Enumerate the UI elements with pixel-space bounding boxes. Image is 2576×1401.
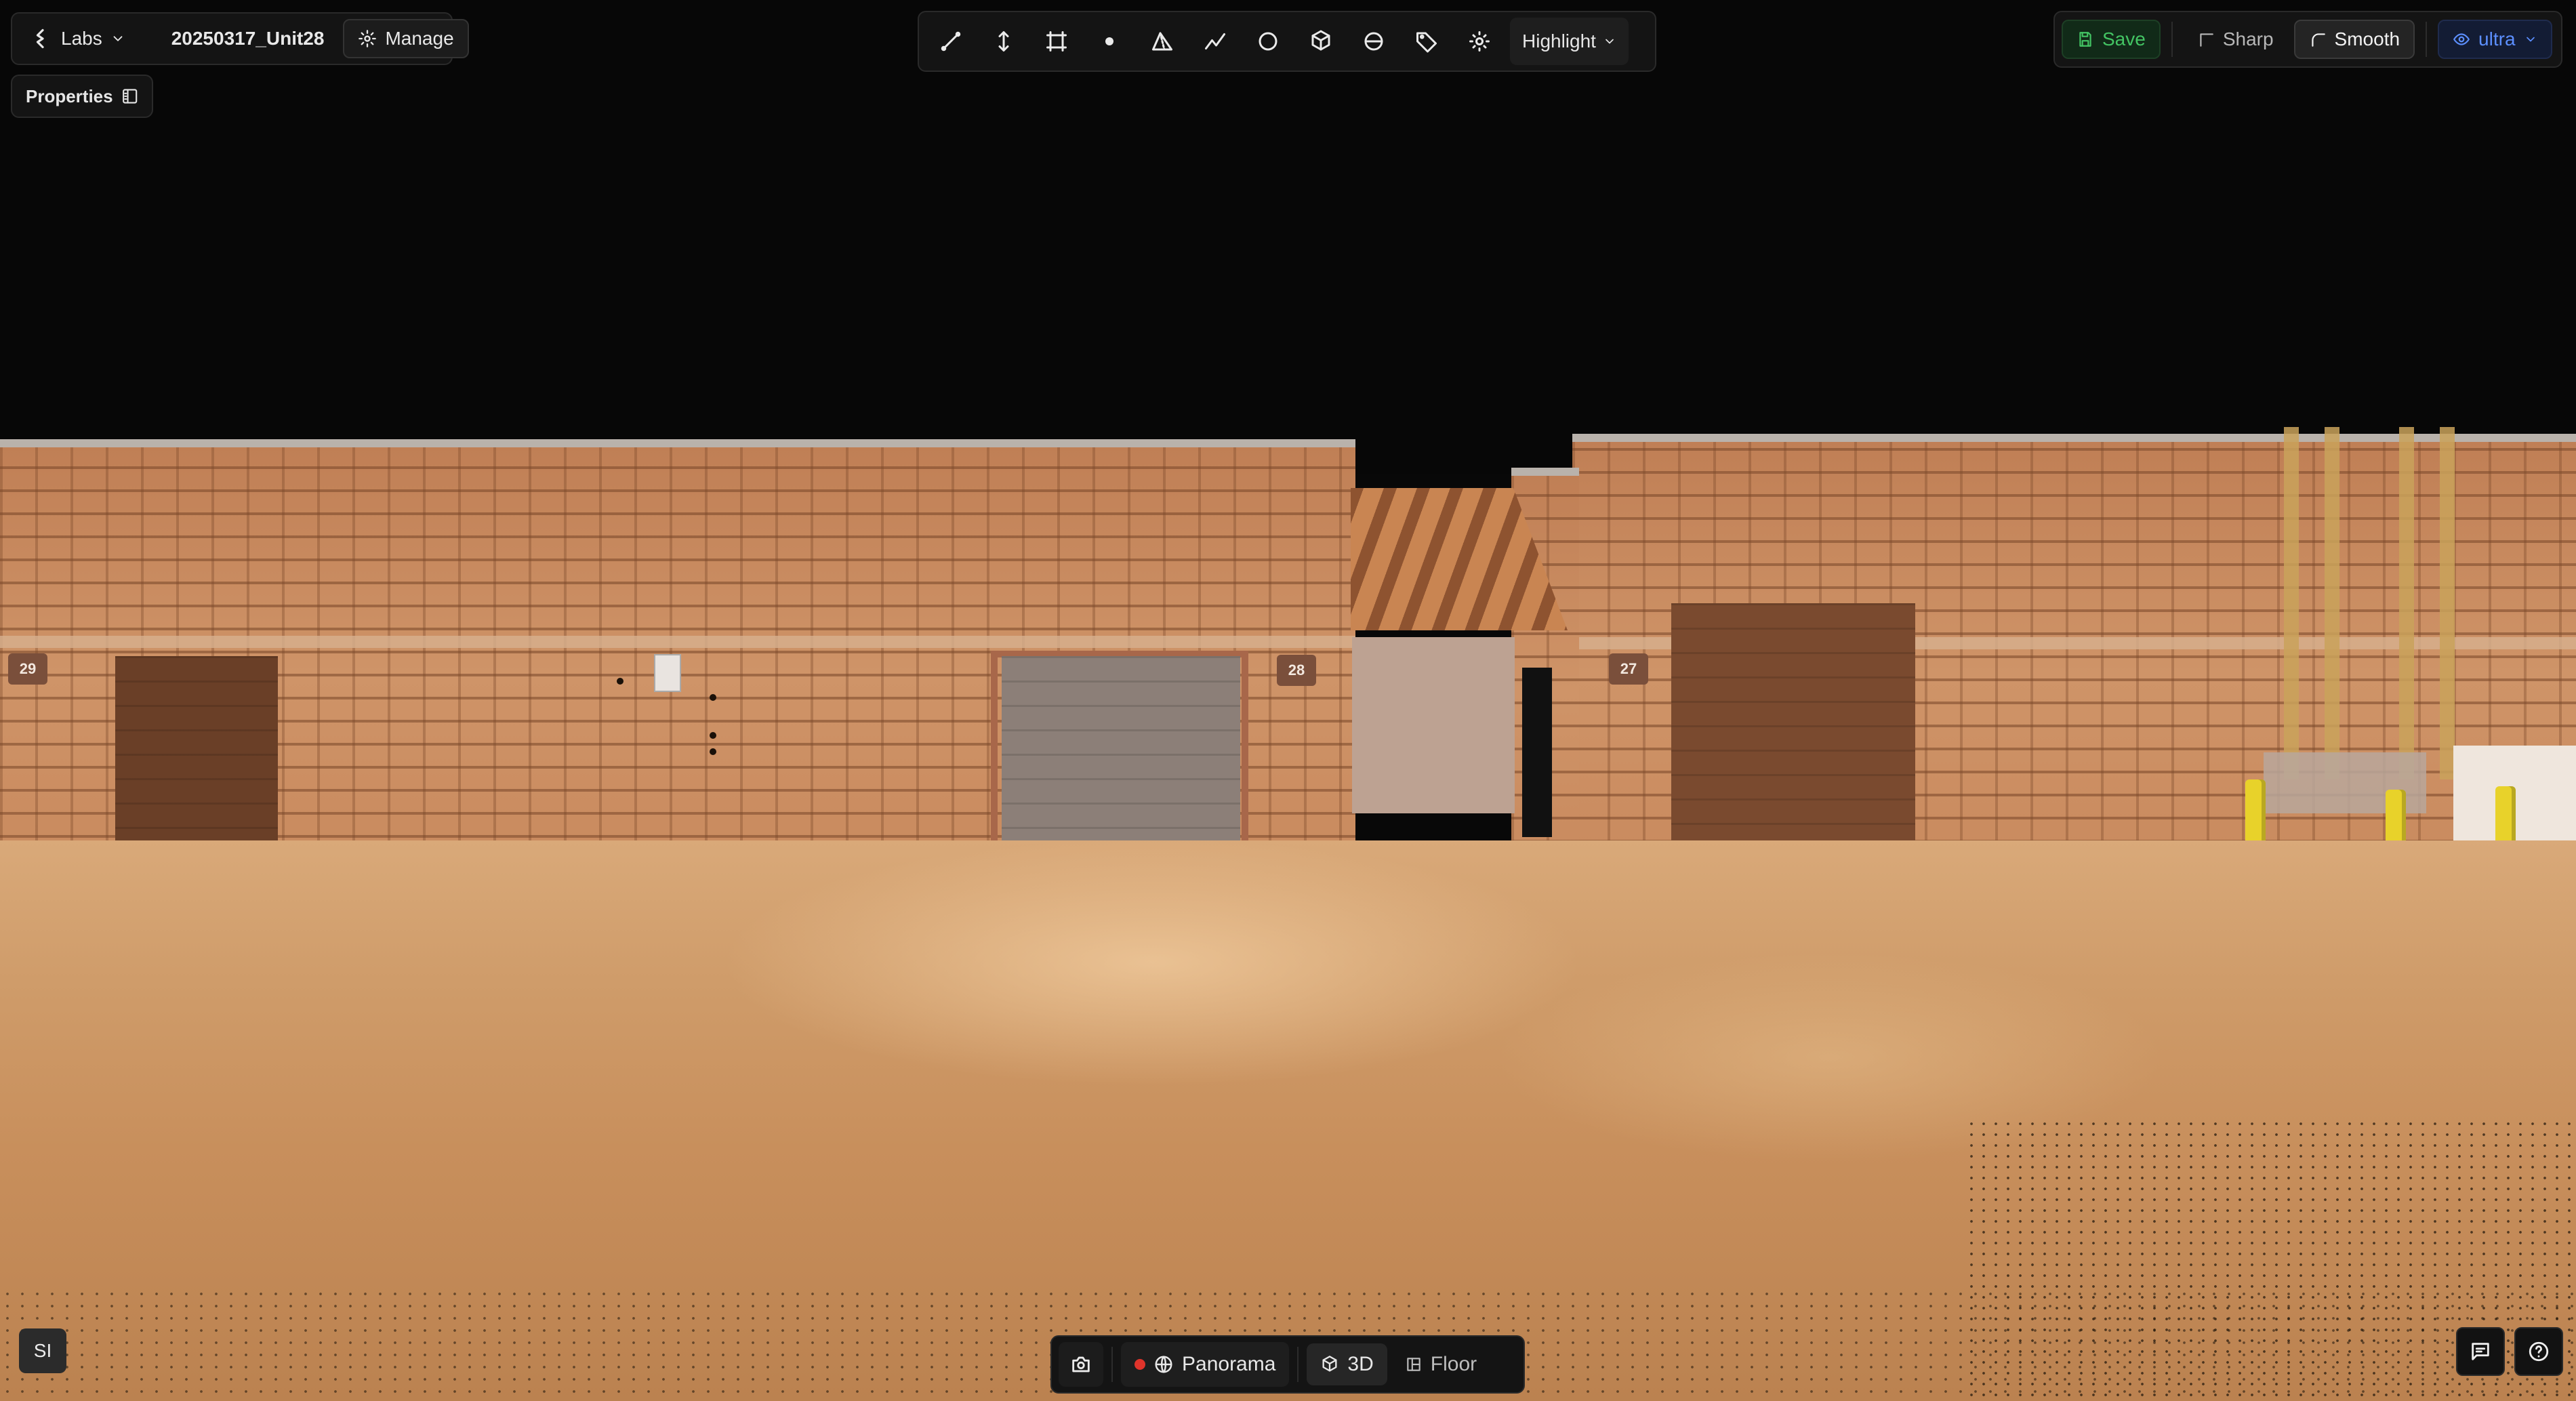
polyline-tool[interactable]: [1189, 15, 1242, 68]
focus-tool[interactable]: [1453, 15, 1506, 68]
panel-icon: [122, 89, 137, 104]
entry-alcove: [1352, 637, 1515, 813]
garage-door-28: [1002, 656, 1240, 845]
chevron-down-icon: [1606, 39, 1614, 44]
wall-mark: [617, 678, 623, 685]
divider: [1111, 1347, 1113, 1382]
panorama-label: Panorama: [1182, 1353, 1276, 1375]
floor-mode-button[interactable]: Floor: [1391, 1343, 1490, 1385]
help-button[interactable]: [2514, 1327, 2563, 1376]
cube-icon: [1322, 1356, 1337, 1372]
manage-label: Manage: [385, 28, 454, 49]
point-cloud-viewport[interactable]: 29 28 27: [0, 0, 2576, 1401]
line-tool[interactable]: [924, 15, 977, 68]
unit-number-28: 28: [1277, 655, 1316, 686]
height-tool[interactable]: [977, 15, 1030, 68]
help-icon: [2529, 1341, 2549, 1362]
rectangle-tool[interactable]: [1030, 15, 1083, 68]
quality-dropdown[interactable]: ultra: [2438, 20, 2552, 59]
floor-plan-icon: [1407, 1358, 1420, 1371]
recording-indicator: [1134, 1359, 1145, 1370]
circle-icon: [1259, 32, 1277, 51]
workspace-switcher[interactable]: Labs: [19, 19, 139, 58]
wall-mark: [710, 748, 716, 755]
gas-pipe: [2284, 427, 2299, 779]
view-mode-bar: Panorama 3D Floor: [1050, 1335, 1525, 1394]
3d-label: 3D: [1347, 1353, 1374, 1375]
divider: [2171, 22, 2173, 57]
line-icon: [941, 31, 961, 52]
project-header: Labs 20250317_Unit28 Manage: [11, 12, 469, 65]
highlight-dropdown[interactable]: Highlight: [1510, 18, 1629, 65]
floppy-icon: [2079, 32, 2091, 47]
sharp-toggle[interactable]: Sharp: [2184, 20, 2287, 59]
render-controls: Save Sharp Smooth ultra: [2053, 11, 2562, 68]
panorama-mode-button[interactable]: Panorama: [1121, 1342, 1290, 1387]
wall-mark: [710, 732, 716, 739]
box-tool[interactable]: [1294, 15, 1347, 68]
gas-pipe: [2399, 427, 2414, 779]
vertical-arrows-icon: [998, 31, 1009, 52]
camera-rotate-icon: [1072, 1356, 1090, 1373]
triangle-tool[interactable]: [1136, 15, 1189, 68]
garage-door-27: [1671, 603, 1915, 851]
crop-rectangle-icon: [1046, 31, 1067, 52]
rounded-corner-icon: [2311, 33, 2325, 47]
point-tool[interactable]: [1083, 15, 1136, 68]
sharp-corner-icon: [2200, 33, 2213, 47]
gas-pipe: [2325, 427, 2339, 779]
labs-logo-icon: [36, 28, 44, 49]
garage-door-29: [115, 656, 278, 840]
cube-icon: [1311, 30, 1330, 51]
comments-button[interactable]: [2456, 1327, 2505, 1376]
wall-band-left: [0, 636, 1355, 648]
floor-label: Floor: [1430, 1353, 1477, 1375]
chevron-down-icon: [113, 36, 123, 41]
smooth-label: Smooth: [2334, 28, 2400, 49]
gear-icon: [359, 30, 377, 47]
circle-tool[interactable]: [1242, 15, 1294, 68]
tag-tool[interactable]: [1400, 15, 1453, 68]
entry-door: [1522, 668, 1552, 837]
polyline-icon: [1205, 33, 1225, 49]
globe-icon: [1155, 1356, 1172, 1373]
user-avatar[interactable]: SI: [19, 1328, 66, 1373]
divider: [2426, 22, 2428, 57]
focus-icon: [1469, 31, 1490, 52]
unit-number-27: 27: [1609, 653, 1648, 685]
3d-mode-button[interactable]: 3D: [1307, 1343, 1387, 1385]
quality-label: ultra: [2478, 28, 2516, 49]
camera-settings-button[interactable]: [1059, 1342, 1103, 1387]
eye-icon: [2453, 33, 2470, 45]
highlight-label: Highlight: [1522, 31, 1596, 52]
project-name[interactable]: 20250317_Unit28: [158, 19, 338, 58]
manage-button[interactable]: Manage: [343, 19, 469, 58]
properties-label: Properties: [26, 85, 113, 106]
wall-mark: [710, 694, 716, 701]
save-button[interactable]: Save: [2062, 20, 2161, 59]
wall-sign: [654, 654, 681, 692]
tag-icon: [1416, 32, 1437, 53]
save-label: Save: [2102, 28, 2146, 49]
sphere-tool[interactable]: [1347, 15, 1400, 68]
unit-number-29: 29: [8, 653, 47, 685]
divider: [1297, 1347, 1299, 1382]
measure-toolbar: Highlight: [918, 11, 1656, 72]
workspace-label: Labs: [61, 28, 102, 49]
properties-toggle[interactable]: Properties: [11, 75, 153, 118]
sharp-label: Sharp: [2222, 28, 2274, 49]
gas-pipe: [2440, 427, 2455, 779]
chevron-down-icon: [2526, 37, 2535, 42]
chat-icon: [2472, 1343, 2489, 1360]
dot-icon: [1105, 37, 1113, 45]
smooth-toggle[interactable]: Smooth: [2293, 20, 2415, 59]
triangle-icon: [1152, 32, 1172, 51]
sphere-icon: [1364, 32, 1383, 51]
